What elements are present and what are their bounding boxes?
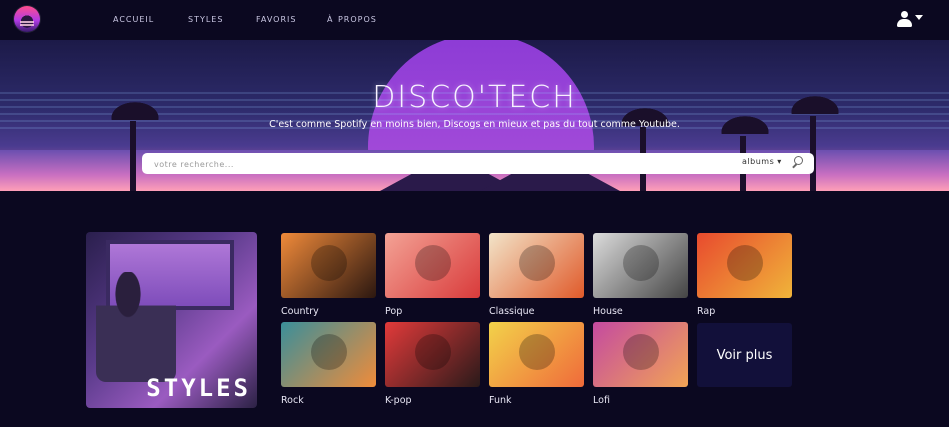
nav-link-accueil[interactable]: Accueil	[113, 12, 154, 25]
genre-artwork	[727, 245, 763, 281]
genre-artwork	[623, 334, 659, 370]
genre-label: Country	[281, 306, 319, 317]
genre-tile-house[interactable]	[593, 233, 688, 298]
genre-label: Funk	[489, 395, 512, 406]
genre-artwork	[415, 334, 451, 370]
user-icon	[901, 11, 908, 18]
search-icon[interactable]	[792, 156, 803, 169]
genre-artwork	[623, 245, 659, 281]
genre-label: K-pop	[385, 395, 412, 406]
genre-label: Lofi	[593, 395, 610, 406]
search-type-select[interactable]: albums ▾	[742, 157, 782, 166]
genre-tile-country[interactable]	[281, 233, 376, 298]
styles-title: STYLES	[146, 374, 251, 402]
genre-tile-funk[interactable]	[489, 322, 584, 387]
nav-link-favoris[interactable]: favoris	[256, 12, 296, 25]
genre-artwork	[311, 334, 347, 370]
hero-banner: DISCO'TECH C'est comme Spotify en moins …	[0, 40, 949, 191]
chevron-down-icon: ▾	[777, 157, 782, 166]
see-more-button[interactable]: Voir plus	[697, 323, 792, 387]
user-icon-body	[897, 19, 912, 27]
genre-label: Pop	[385, 306, 403, 317]
genre-tile-lofi[interactable]	[593, 322, 688, 387]
search-bar: albums ▾	[142, 153, 814, 174]
nav-link-apropos[interactable]: À propos	[327, 12, 377, 25]
search-input[interactable]	[152, 156, 716, 173]
genre-tile-pop[interactable]	[385, 233, 480, 298]
genre-label: Classique	[489, 306, 535, 317]
genre-artwork	[519, 334, 555, 370]
genre-artwork	[519, 245, 555, 281]
genre-label: House	[593, 306, 623, 317]
genre-tile-rap[interactable]	[697, 233, 792, 298]
site-title: DISCO'TECH	[372, 80, 577, 115]
search-type-label: albums	[742, 157, 775, 166]
logo[interactable]	[14, 6, 40, 32]
palm-trunk	[130, 121, 136, 191]
genre-tile-classique[interactable]	[489, 233, 584, 298]
genre-artwork	[311, 245, 347, 281]
genre-tile-rock[interactable]	[281, 322, 376, 387]
genre-label: Rap	[697, 306, 716, 317]
genre-label: Rock	[281, 395, 304, 406]
caret-down-icon	[915, 15, 923, 20]
site-subtitle: C'est comme Spotify en moins bien, Disco…	[269, 119, 680, 130]
styles-feature-image: STYLES	[86, 232, 257, 408]
top-navbar: Accueil styles favoris À propos	[0, 0, 949, 40]
user-menu-button[interactable]	[897, 11, 923, 29]
person-graphic	[96, 272, 176, 382]
genre-tile-k-pop[interactable]	[385, 322, 480, 387]
nav-link-styles[interactable]: styles	[188, 12, 223, 25]
genre-artwork	[415, 245, 451, 281]
